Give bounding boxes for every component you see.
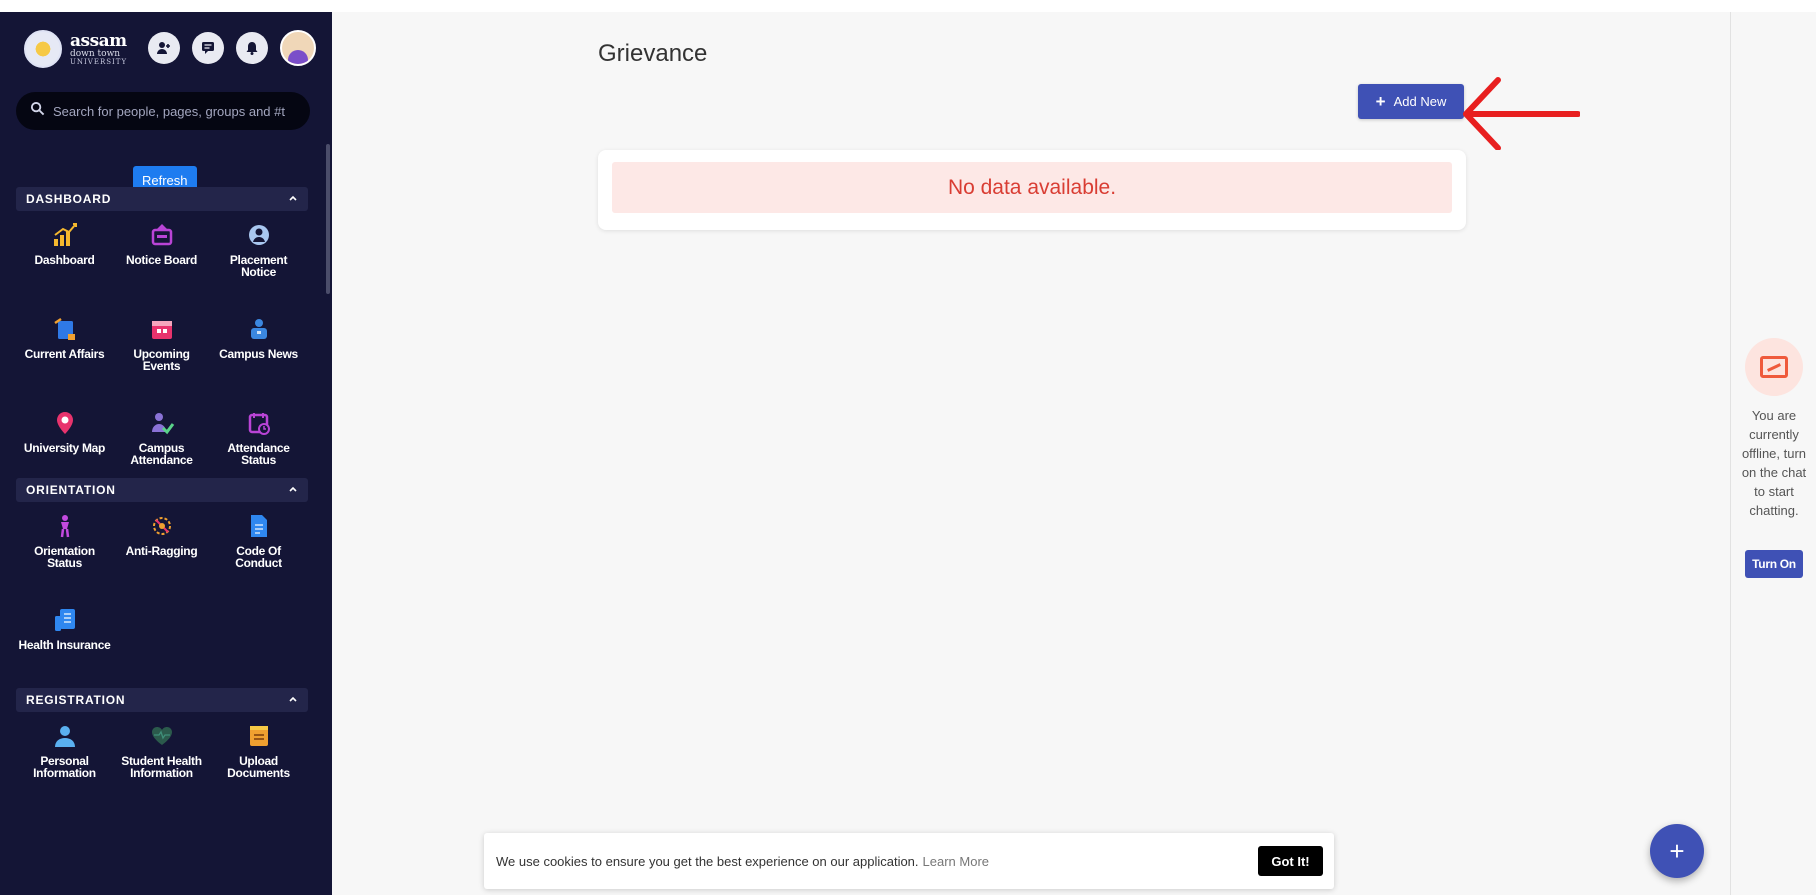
logo-line-1: assam [70,30,127,51]
add-new-label: Add New [1393,94,1447,109]
anti-ragging-icon [148,512,176,540]
sidebar-item-label: Campus News [219,347,298,361]
orientation-icon [51,512,79,540]
sidebar-item-label: Upload Documents [227,754,290,780]
sidebar-item-student-health-information[interactable]: Student Health Information [113,714,210,808]
sidebar-item-label: Personal Information [33,754,96,780]
sidebar-item-label: Anti-Ragging [125,544,198,558]
cookie-text: We use cookies to ensure you get the bes… [496,853,919,869]
sidebar-item-label: University Map [23,441,106,455]
sidebar-item-label: Attendance Status [227,441,290,467]
floating-add-button[interactable]: + [1650,824,1704,878]
sidebar-item-personal-information[interactable]: Personal Information [16,714,113,808]
chevron-up-icon[interactable] [288,483,298,497]
user-avatar[interactable] [280,30,316,66]
chevron-up-icon[interactable] [288,192,298,206]
top-icon-bar [148,30,316,66]
calendar-icon [148,315,176,343]
map-pin-icon [51,409,79,437]
got-it-button[interactable]: Got It! [1258,846,1323,876]
section-grid-registration: Personal Information Student Health Infor… [16,714,308,808]
sidebar-item-current-affairs[interactable]: Current Affairs [16,307,113,401]
friend-request-icon[interactable] [148,32,180,64]
section-grid-orientation: Orientation Status Anti-Ragging Code Of Co… [16,504,308,692]
section-title: DASHBOARD [26,192,112,206]
document-icon [245,512,273,540]
health-insurance-icon [51,606,79,634]
sidebar-item-label: Orientation Status [34,544,95,570]
sidebar-scrollbar[interactable] [326,144,330,294]
sidebar-item-label: Campus Attendance [130,441,193,467]
app-frame: assam down town UNIVERSITY Refresh [0,12,1816,895]
page-title: Grievance [598,40,708,67]
section-header-registration[interactable]: REGISTRATION [16,688,308,712]
section-grid-dashboard: Dashboard Notice Board Placement Notice Cur… [16,213,308,495]
sidebar-item-notice-board[interactable]: Notice Board [113,213,210,307]
attendance-user-icon [148,409,176,437]
upload-icon [245,722,273,750]
add-new-button[interactable]: + Add New [1358,84,1464,119]
sidebar-item-label: Code Of Conduct [235,544,282,570]
plus-icon: + [1669,835,1685,866]
university-logo[interactable]: assam down town UNIVERSITY [24,30,127,68]
sidebar-item-label: Placement Notice [229,253,288,279]
sidebar-item-campus-news[interactable]: Campus News [210,307,307,401]
sidebar-item-placement-notice[interactable]: Placement Notice [210,213,307,307]
sidebar-item-label: Notice Board [125,253,198,267]
placement-icon [245,221,273,249]
sidebar-item-code-of-conduct[interactable]: Code Of Conduct [210,504,307,598]
section-header-orientation[interactable]: ORIENTATION [16,478,308,502]
current-affairs-icon [51,315,79,343]
search-bar [16,92,310,130]
main-content: Grievance + Add New No data available. W… [332,12,1726,895]
sidebar-item-label: Dashboard [34,253,95,267]
search-input[interactable] [53,103,303,119]
sidebar-item-upload-documents[interactable]: Upload Documents [210,714,307,808]
person-icon [51,722,79,750]
annotation-arrow-icon [1463,77,1580,150]
sidebar-item-label: Student Health Information [121,754,202,780]
news-icon [245,315,273,343]
attendance-calendar-icon [245,409,273,437]
chat-panel: You are currently offline, turn on the c… [1730,12,1816,895]
logo-line-3: UNIVERSITY [70,57,128,66]
grievance-list-card: No data available. [598,150,1466,230]
sidebar-item-dashboard[interactable]: Dashboard [16,213,113,307]
sidebar-item-health-insurance[interactable]: Health Insurance [16,598,113,692]
message-icon[interactable] [192,32,224,64]
heart-icon [148,722,176,750]
section-title: ORIENTATION [26,483,116,497]
sidebar-item-label: Current Affairs [24,347,105,361]
plus-icon: + [1375,91,1386,111]
sidebar-item-orientation-status[interactable]: Orientation Status [16,504,113,598]
sidebar: assam down town UNIVERSITY Refresh [0,12,332,895]
bell-icon[interactable] [236,32,268,64]
chart-up-icon [51,221,79,249]
section-title: REGISTRATION [26,693,126,707]
turn-on-chat-button[interactable]: Turn On [1745,550,1803,578]
cookie-banner: We use cookies to ensure you get the bes… [484,833,1334,889]
chevron-up-icon[interactable] [288,693,298,707]
sidebar-item-label: Health Insurance [18,638,111,652]
empty-state-message: No data available. [612,162,1452,213]
notice-board-icon [148,221,176,249]
logo-emblem [24,30,62,68]
search-icon [30,101,45,121]
sidebar-item-anti-ragging[interactable]: Anti-Ragging [113,504,210,598]
section-header-dashboard[interactable]: DASHBOARD [16,187,308,211]
sidebar-item-upcoming-events[interactable]: Upcoming Events [113,307,210,401]
chat-offline-icon [1745,338,1803,396]
chat-offline-text: You are currently offline, turn on the c… [1741,408,1807,518]
sidebar-item-label: Upcoming Events [133,347,190,373]
learn-more-link[interactable]: Learn More [923,854,989,869]
